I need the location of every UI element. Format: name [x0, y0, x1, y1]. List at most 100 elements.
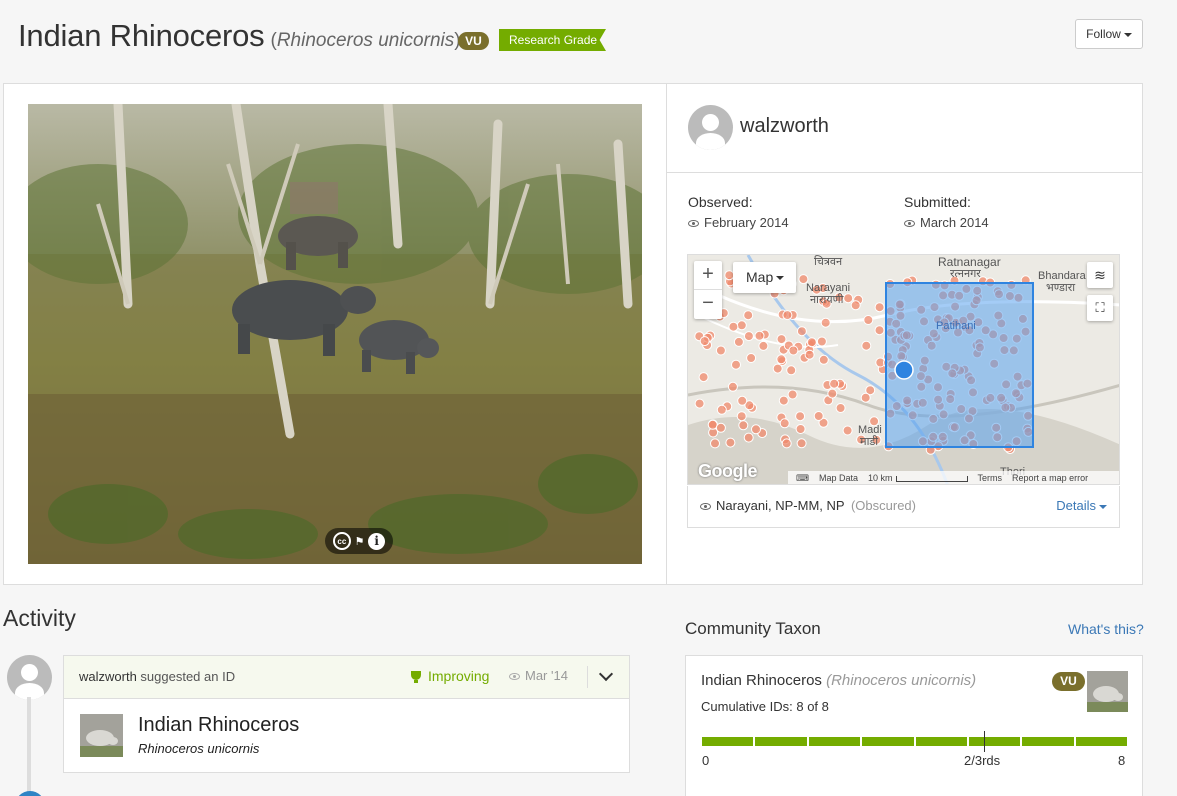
- map-marker[interactable]: [725, 437, 736, 448]
- map-marker[interactable]: [874, 302, 885, 313]
- identification-header: walzworth suggested an ID Improving Mar …: [64, 656, 629, 699]
- map-marker[interactable]: [699, 336, 710, 347]
- keyboard-icon[interactable]: ⌨: [796, 471, 809, 484]
- map-marker[interactable]: [804, 349, 815, 360]
- map-marker[interactable]: [728, 321, 739, 332]
- user-avatar[interactable]: [688, 105, 733, 150]
- flag-icon[interactable]: ⚑: [355, 535, 365, 548]
- map-marker[interactable]: [698, 372, 709, 383]
- map-label-patihani: Patihani: [936, 320, 976, 332]
- agreement-segment: [808, 737, 861, 746]
- map-marker[interactable]: [795, 424, 806, 434]
- next-activity-avatar[interactable]: [15, 791, 45, 796]
- map-marker[interactable]: [736, 320, 747, 331]
- identification-common-name[interactable]: Indian Rhinoceros: [138, 714, 299, 737]
- agreement-segment: [702, 737, 754, 746]
- map-marker[interactable]: [863, 315, 874, 325]
- map-label-ratnanagar: Ratnanagar: [938, 255, 1001, 269]
- activity-timeline: [27, 697, 31, 796]
- map-marker[interactable]: [781, 438, 792, 449]
- report-map-error-link[interactable]: Report a map error: [1012, 471, 1088, 484]
- map-type-dropdown[interactable]: Map: [733, 262, 796, 293]
- map-marker[interactable]: [842, 425, 853, 436]
- chevron-down-icon[interactable]: [598, 666, 614, 682]
- observer-username[interactable]: walzworth: [740, 115, 829, 138]
- identifier-username[interactable]: walzworth: [79, 669, 137, 684]
- map-marker[interactable]: [796, 326, 807, 337]
- map-marker[interactable]: [779, 418, 790, 429]
- map-marker[interactable]: [788, 345, 799, 356]
- map-marker[interactable]: [786, 365, 797, 376]
- map-marker[interactable]: [743, 331, 754, 342]
- map-marker[interactable]: [715, 422, 726, 433]
- whats-this-link[interactable]: What's this?: [1068, 621, 1144, 637]
- map-marker[interactable]: [710, 438, 720, 449]
- map-marker[interactable]: [733, 336, 744, 347]
- map-marker[interactable]: [843, 293, 854, 304]
- map-marker[interactable]: [751, 424, 761, 435]
- place-row: Narayani, NP-MM, NP (Obscured) Details: [687, 486, 1120, 528]
- caret-down-icon: [776, 276, 785, 281]
- map-marker[interactable]: [737, 395, 748, 406]
- map-marker[interactable]: [707, 419, 718, 430]
- map-marker[interactable]: [861, 340, 872, 351]
- zoom-in-button[interactable]: +: [694, 261, 722, 290]
- map-marker[interactable]: [716, 404, 727, 415]
- agreement-segment: [1075, 737, 1127, 746]
- map-marker[interactable]: [860, 392, 871, 403]
- community-status-badge[interactable]: VU: [1052, 672, 1085, 691]
- two-thirds-marker: [984, 731, 985, 752]
- observation-photo[interactable]: cc ⚑ i: [28, 104, 642, 564]
- map-marker[interactable]: [806, 337, 817, 348]
- map-marker[interactable]: [835, 403, 846, 413]
- community-taxon-name[interactable]: Indian Rhinoceros (Rhinoceros unicornis): [701, 672, 976, 689]
- rhino-photo-illustration: [28, 104, 642, 564]
- fullscreen-icon[interactable]: ⛶: [1087, 295, 1113, 321]
- terms-link[interactable]: Terms: [978, 471, 1003, 484]
- map-marker[interactable]: [746, 353, 757, 363]
- map-marker[interactable]: [827, 388, 838, 399]
- improving-status[interactable]: Improving: [411, 668, 489, 684]
- taxon-thumbnail[interactable]: [80, 714, 123, 757]
- map-marker[interactable]: [796, 438, 807, 449]
- details-dropdown[interactable]: Details: [1056, 498, 1107, 513]
- map-marker[interactable]: [850, 300, 861, 311]
- info-icon[interactable]: i: [368, 532, 386, 550]
- map-marker[interactable]: [715, 345, 726, 356]
- map-marker[interactable]: [776, 354, 787, 365]
- community-taxon-thumbnail[interactable]: [1087, 671, 1128, 712]
- map-marker[interactable]: [820, 317, 831, 328]
- map-marker[interactable]: [816, 336, 827, 347]
- eye-icon: [700, 503, 711, 511]
- follow-button[interactable]: Follow: [1075, 19, 1143, 49]
- map-marker[interactable]: [818, 354, 829, 365]
- map-marker[interactable]: [776, 334, 787, 345]
- map-marker[interactable]: [694, 398, 705, 409]
- map-marker[interactable]: [754, 330, 765, 341]
- map-marker[interactable]: [743, 432, 754, 443]
- map-marker[interactable]: [743, 310, 754, 321]
- map-marker[interactable]: [813, 411, 824, 421]
- agreement-segment: [1022, 737, 1074, 746]
- conservation-status-badge[interactable]: VU: [458, 32, 489, 50]
- map-marker[interactable]: [731, 359, 741, 370]
- map-data-link[interactable]: Map Data: [819, 471, 858, 484]
- map-marker[interactable]: [736, 411, 747, 422]
- map-marker[interactable]: [778, 395, 789, 406]
- map-marker[interactable]: [738, 420, 749, 431]
- map-marker[interactable]: [829, 378, 840, 389]
- zoom-out-button[interactable]: −: [694, 290, 722, 319]
- observation-map[interactable]: + − Map ≋ ⛶ चित्रवन Ratnanagar रत्ननगर B…: [687, 254, 1120, 485]
- activity-user-avatar[interactable]: [7, 655, 52, 700]
- cc-license-icon[interactable]: cc: [332, 532, 351, 550]
- map-marker[interactable]: [787, 389, 798, 400]
- map-marker[interactable]: [874, 325, 885, 336]
- map-marker[interactable]: [758, 340, 769, 351]
- map-marker[interactable]: [772, 363, 783, 374]
- map-marker[interactable]: [795, 411, 806, 422]
- panel-divider: [666, 84, 667, 584]
- map-marker[interactable]: [727, 381, 738, 392]
- map-marker[interactable]: [782, 310, 793, 321]
- layers-icon[interactable]: ≋: [1087, 262, 1113, 288]
- map-label-chitwan: चित्रवन: [814, 256, 843, 268]
